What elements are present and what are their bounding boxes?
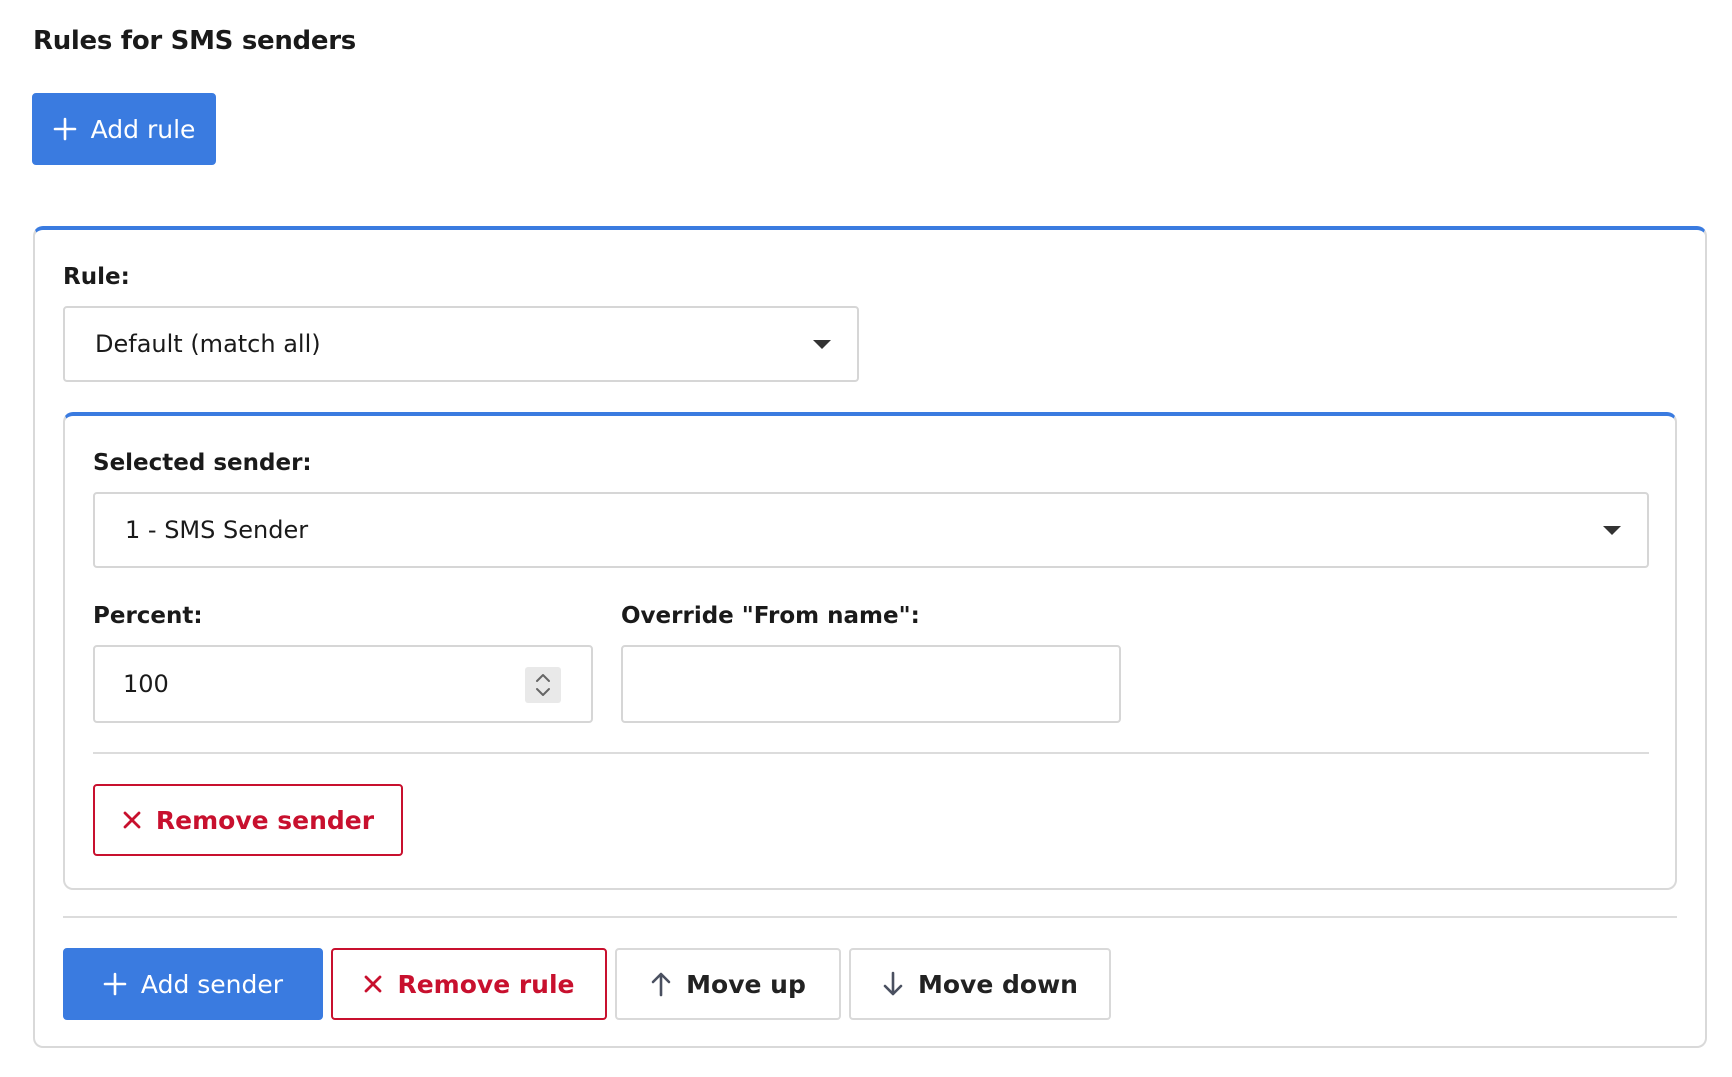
override-from-name-input[interactable] <box>621 645 1121 723</box>
percent-value: 100 <box>123 670 169 698</box>
remove-sender-label: Remove sender <box>155 805 375 835</box>
sender-select-value: 1 - SMS Sender <box>125 516 309 544</box>
sender-select[interactable]: 1 - SMS Sender <box>93 492 1649 568</box>
percent-input[interactable]: 100 <box>93 645 593 723</box>
page-title: Rules for SMS senders <box>33 26 356 56</box>
move-down-button[interactable]: Move down <box>849 948 1111 1020</box>
add-sender-button[interactable]: Add sender <box>63 948 323 1020</box>
close-icon <box>122 810 142 830</box>
percent-label: Percent: <box>93 603 203 629</box>
arrow-up-icon <box>650 971 672 997</box>
move-up-label: Move up <box>686 969 806 999</box>
remove-rule-button[interactable]: Remove rule <box>331 948 607 1020</box>
plus-icon <box>103 972 127 996</box>
close-icon <box>363 974 383 994</box>
add-sender-label: Add sender <box>140 969 284 999</box>
sender-divider <box>93 752 1649 754</box>
rule-card: Rule: Default (match all) Selected sende… <box>33 226 1707 1048</box>
move-down-label: Move down <box>918 969 1078 999</box>
remove-sender-button[interactable]: Remove sender <box>93 784 403 856</box>
add-rule-button[interactable]: Add rule <box>32 93 216 165</box>
override-from-name-label: Override "From name": <box>621 603 920 629</box>
caret-down-icon <box>813 340 831 349</box>
plus-icon <box>53 117 77 141</box>
rule-divider <box>63 916 1677 918</box>
arrow-down-icon <box>882 971 904 997</box>
move-up-button[interactable]: Move up <box>615 948 841 1020</box>
rule-select-value: Default (match all) <box>95 330 321 358</box>
sender-card: Selected sender: 1 - SMS Sender Percent:… <box>63 412 1677 890</box>
chevron-up-down-icon[interactable] <box>525 667 561 703</box>
rule-select[interactable]: Default (match all) <box>63 306 859 382</box>
remove-rule-label: Remove rule <box>397 969 575 999</box>
rule-label: Rule: <box>63 264 130 290</box>
caret-down-icon <box>1603 526 1621 535</box>
selected-sender-label: Selected sender: <box>93 450 312 476</box>
add-rule-label: Add rule <box>90 114 196 144</box>
